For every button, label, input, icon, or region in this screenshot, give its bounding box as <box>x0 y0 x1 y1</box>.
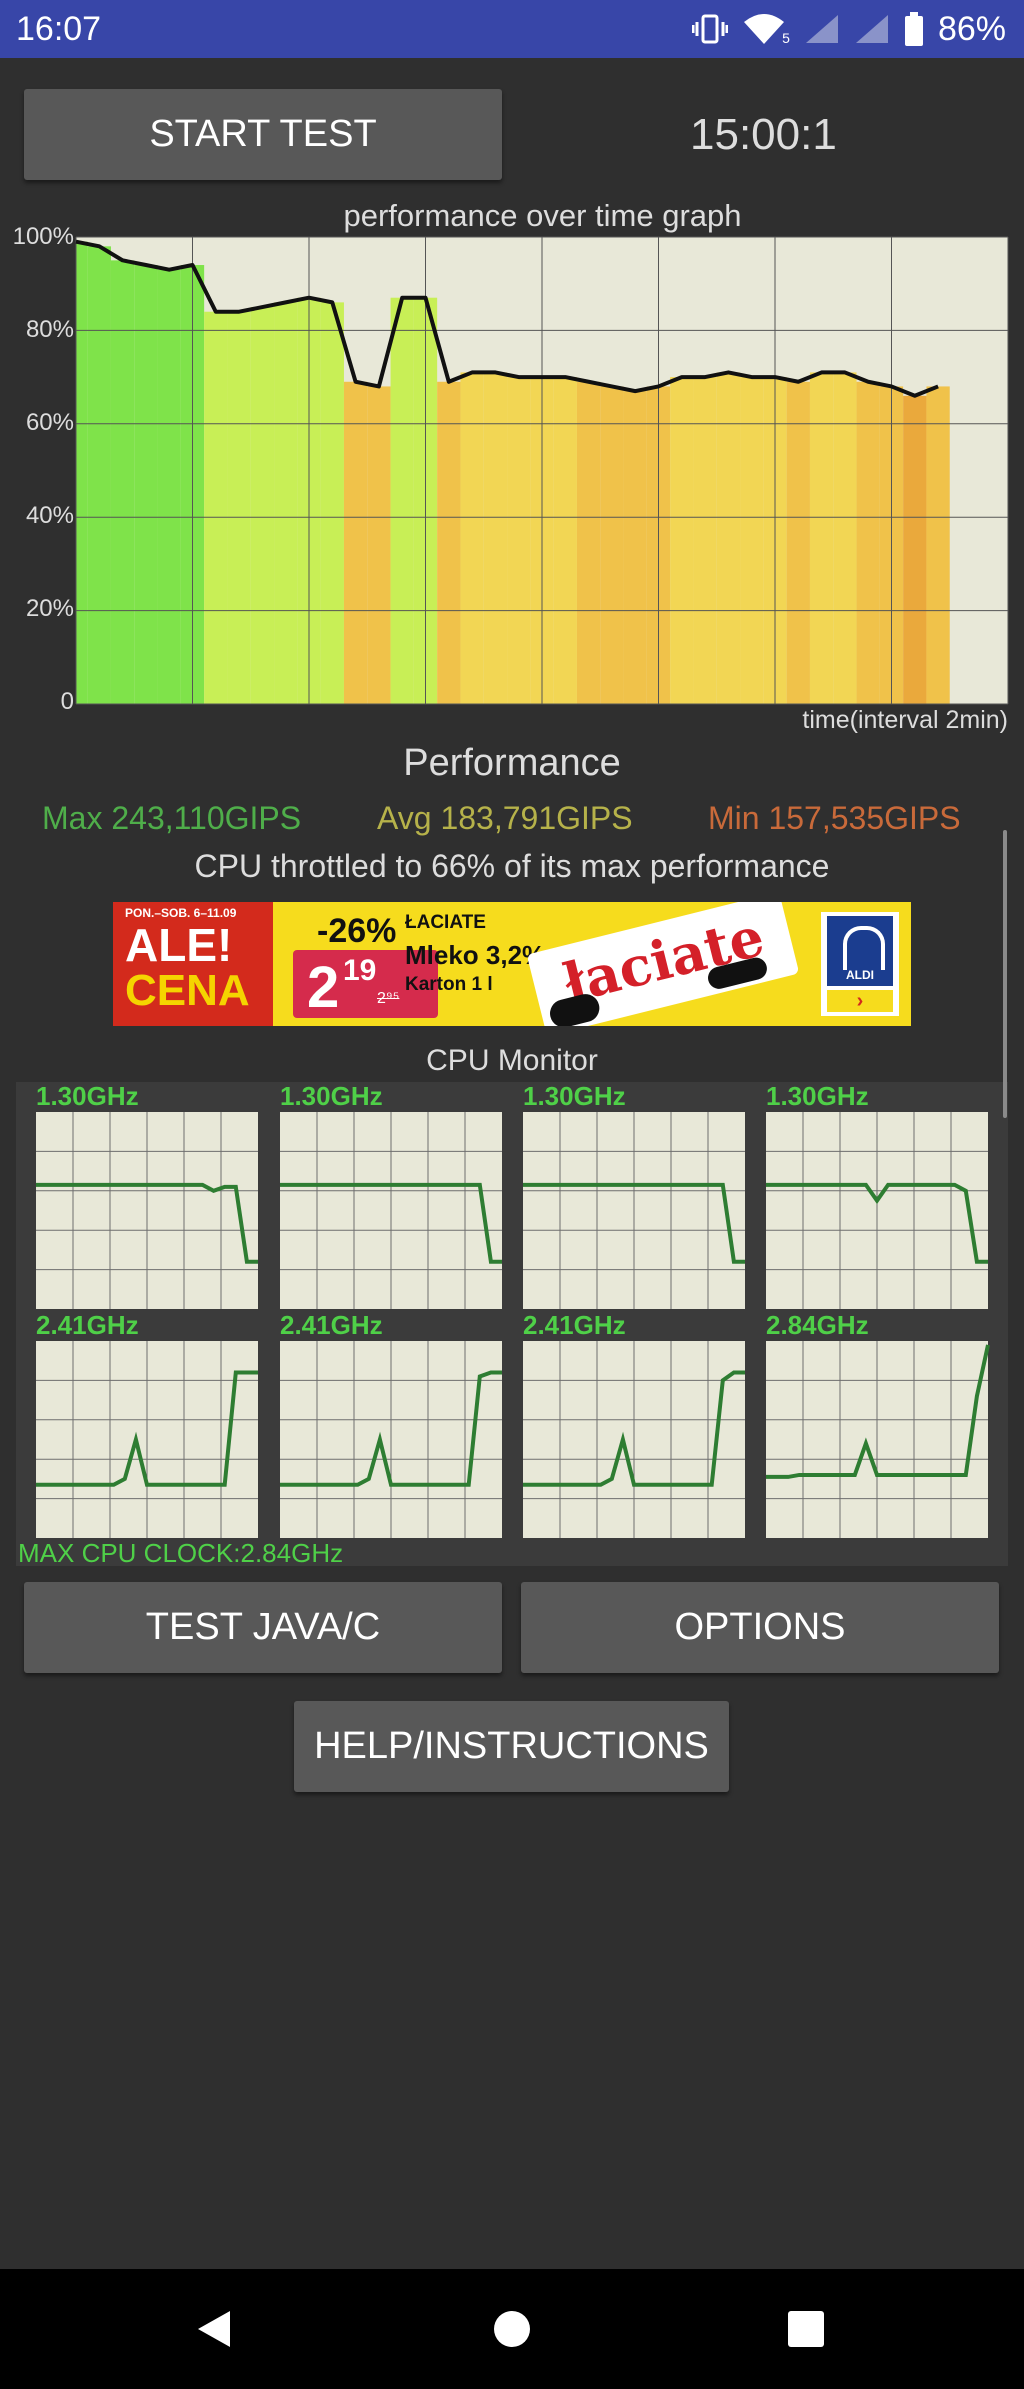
ad-arrow: › <box>827 990 893 1012</box>
cpu-core-freq: 2.41GHz <box>523 1310 626 1340</box>
performance-bar <box>204 311 228 704</box>
performance-bar <box>76 241 88 705</box>
performance-bar <box>157 269 181 704</box>
performance-bar <box>343 381 368 704</box>
performance-bar <box>576 381 601 704</box>
performance-bar <box>437 381 461 704</box>
x-axis-label: time(interval 2min) <box>802 706 1008 734</box>
performance-bar <box>320 302 344 704</box>
performance-bar <box>250 307 275 704</box>
back-icon[interactable] <box>192 2307 236 2351</box>
cpu-core-freq: 2.84GHz <box>766 1310 869 1340</box>
ad-brand: ŁACIATE <box>405 912 486 933</box>
max-performance: Max 243,110GIPS <box>42 800 302 836</box>
performance-bar <box>600 386 624 704</box>
ad-product: Mleko 3,2% <box>405 940 546 970</box>
performance-bar <box>670 377 694 704</box>
performance-bar <box>926 386 950 704</box>
min-performance: Min 157,535GIPS <box>708 800 961 836</box>
aldi-logo: ALDI › <box>821 912 899 1016</box>
ad-headline-2: CENA <box>125 966 250 1015</box>
performance-bar <box>367 386 391 704</box>
performance-bar <box>390 297 414 704</box>
options-label: OPTIONS <box>674 1606 846 1648</box>
throttle-message: CPU throttled to 66% of its max performa… <box>194 848 830 884</box>
ad-store: ALDI <box>846 968 874 982</box>
ad-banner[interactable]: PON.–SOB. 6–11.09 ALE! CENA -26% 2 19 2⁹… <box>113 902 911 1026</box>
cpu-core-freq: 1.30GHz <box>523 1081 626 1111</box>
performance-bar <box>87 246 111 704</box>
performance-bar <box>716 372 741 704</box>
cpu-core-freq: 2.41GHz <box>36 1310 139 1340</box>
ad-pack: Karton 1 l <box>405 974 493 995</box>
ad-date: PON.–SOB. 6–11.09 <box>125 906 237 920</box>
ad-discount: -26% <box>317 912 397 950</box>
performance-bar <box>553 377 577 704</box>
test-java-c-button[interactable]: TEST JAVA/C <box>24 1582 502 1673</box>
performance-bar <box>740 377 764 704</box>
ad-headline-1: ALE! <box>125 919 233 971</box>
performance-heading: Performance <box>403 742 621 784</box>
ad-price-main: 2 <box>307 955 340 1020</box>
recents-icon[interactable] <box>786 2309 826 2349</box>
performance-bar <box>786 381 810 704</box>
help-instructions-label: HELP/INSTRUCTIONS <box>314 1725 709 1767</box>
performance-bar <box>483 372 508 704</box>
performance-bar <box>693 377 717 704</box>
cpu-core-freq: 1.30GHz <box>36 1081 139 1111</box>
ad-old-price: 2⁹⁵ <box>377 990 400 1007</box>
cpu-core-freq: 1.30GHz <box>766 1081 869 1111</box>
home-icon[interactable] <box>492 2309 532 2349</box>
cpu-core-freq: 1.30GHz <box>280 1081 383 1111</box>
avg-performance: Avg 183,791GIPS <box>377 800 633 836</box>
performance-bar <box>507 377 531 704</box>
performance-bar <box>833 372 857 704</box>
cpu-monitor-title: CPU Monitor <box>426 1044 598 1077</box>
performance-bar <box>227 311 251 704</box>
performance-bar <box>856 381 880 704</box>
performance-bar <box>903 395 927 704</box>
performance-bar <box>274 302 298 704</box>
ad-price-cents: 19 <box>343 954 377 987</box>
performance-bar <box>110 260 135 704</box>
performance-bar <box>460 372 484 704</box>
performance-bar <box>623 391 647 704</box>
max-cpu-clock: MAX CPU CLOCK:2.84GHz <box>18 1538 344 1568</box>
navigation-bar <box>0 2269 1024 2389</box>
performance-graph <box>75 236 1009 705</box>
cpu-core-freq: 2.41GHz <box>280 1310 383 1340</box>
performance-bar <box>809 372 834 704</box>
scrollbar[interactable] <box>1003 830 1007 1118</box>
help-instructions-button[interactable]: HELP/INSTRUCTIONS <box>294 1701 729 1792</box>
test-java-c-label: TEST JAVA/C <box>145 1606 381 1648</box>
options-button[interactable]: OPTIONS <box>521 1582 999 1673</box>
